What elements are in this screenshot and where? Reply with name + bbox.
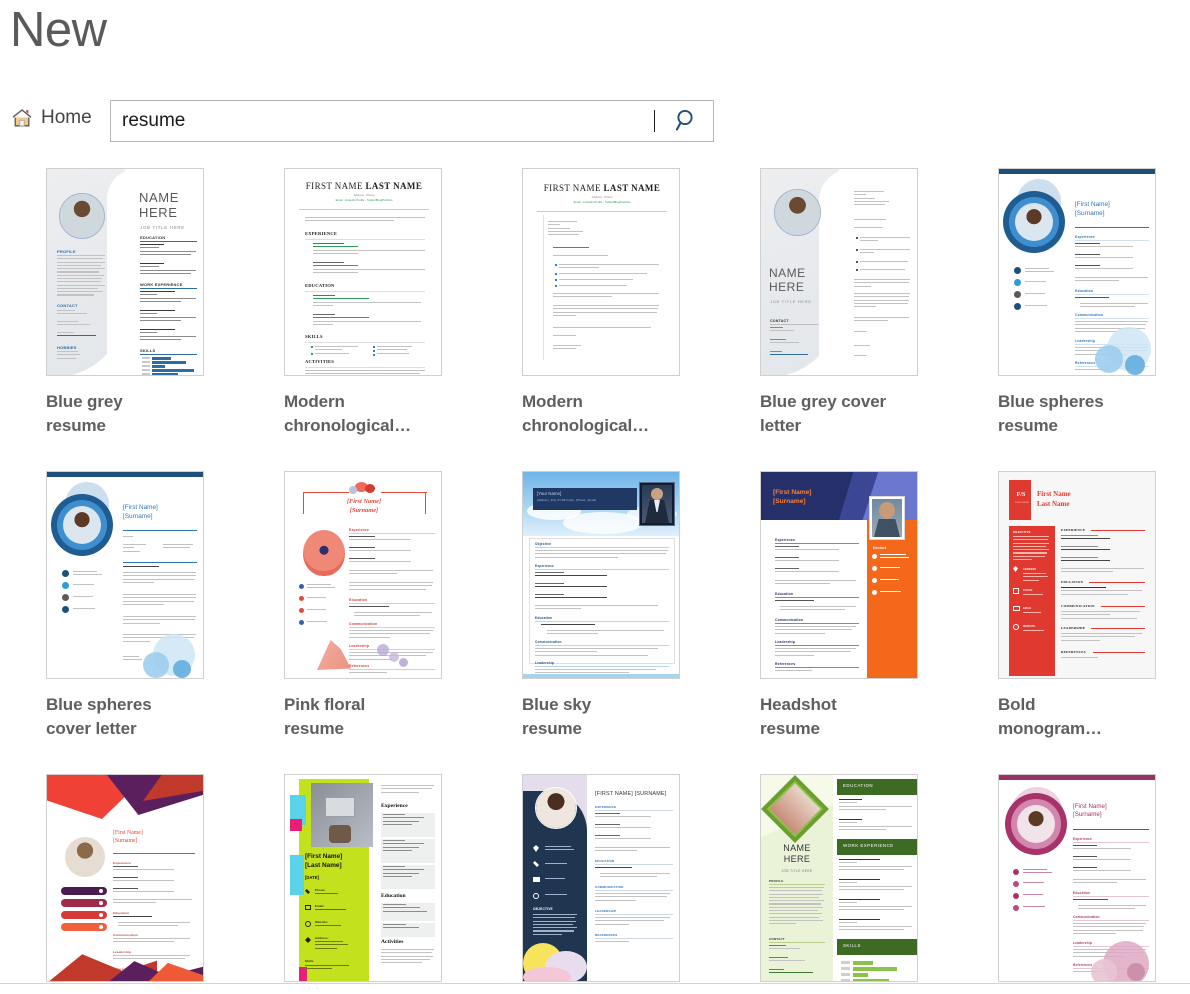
template-thumbnail[interactable]: [First Name] [Surname] Experience Educati… <box>46 774 204 982</box>
template-card-blue-grey-resume[interactable]: PROFILE CONTACT HOBBIES NAME HERE JOB TI… <box>46 168 284 471</box>
template-thumbnail[interactable]: [First Name] [Surname] Contact Experienc… <box>760 471 918 679</box>
template-thumbnail[interactable]: NAMEHERE JOB TITLE HERE PROFILE CONTACT <box>760 774 918 982</box>
home-button[interactable]: Home <box>10 106 92 130</box>
template-label: Blue spheres resume <box>998 392 1104 436</box>
template-thumbnail[interactable]: [First Name] [Surname] <box>46 471 204 679</box>
template-thumbnail[interactable]: [First Name] [Last Name] [DATE] Phone: Em… <box>284 774 442 982</box>
search-icon <box>674 107 700 136</box>
template-card-pastel-resume[interactable]: OBJECTIVE [FIRST NAME] [SURNAME] EXPERIE… <box>522 774 760 983</box>
template-card-blue-sky-resume[interactable]: [Your Name] [Address] · [City, ST ZIP Co… <box>522 471 760 774</box>
template-label: Modern chronological… <box>284 392 412 436</box>
template-card-green-yellow-resume[interactable]: [First Name] [Last Name] [DATE] Phone: Em… <box>284 774 522 983</box>
template-card-blue-spheres-cover-letter[interactable]: [First Name] [Surname] Blue spheres cove… <box>46 471 284 774</box>
template-label: Pink floral resume <box>284 695 366 739</box>
search-row: Home <box>0 100 1190 144</box>
search-box[interactable] <box>110 100 714 142</box>
template-thumbnail[interactable]: OBJECTIVE [FIRST NAME] [SURNAME] EXPERIE… <box>522 774 680 982</box>
template-label: Blue grey cover letter <box>760 392 887 436</box>
template-thumbnail[interactable]: PROFILE CONTACT HOBBIES NAME HERE JOB TI… <box>46 168 204 376</box>
page-title: New <box>10 3 107 57</box>
template-card-blue-grey-cover-letter[interactable]: NAME HERE JOB TITLE HERE CONTACT Blue gr… <box>760 168 998 471</box>
text-caret <box>654 110 655 132</box>
template-label: Blue spheres cover letter <box>46 695 152 739</box>
template-card-modern-chronological-letter[interactable]: FIRST NAME LAST NAME Address · Phone Ema… <box>522 168 760 471</box>
template-card-green-diamond-resume[interactable]: NAMEHERE JOB TITLE HERE PROFILE CONTACT <box>760 774 998 983</box>
template-thumbnail[interactable]: NAME HERE JOB TITLE HERE CONTACT <box>760 168 918 376</box>
template-thumbnail[interactable]: [First Name] [Surname] Experience Educati… <box>998 168 1156 376</box>
bottom-divider <box>0 983 1190 984</box>
template-card-geometric-resume[interactable]: [First Name] [Surname] Experience Educati… <box>46 774 284 983</box>
template-card-bold-monogram-resume[interactable]: F/S MONOGRAM First Name Last Name OBJECTI… <box>998 471 1190 774</box>
home-label: Home <box>41 107 92 128</box>
template-thumbnail[interactable]: FIRST NAME LAST NAME Address · Phone Ema… <box>522 168 680 376</box>
template-card-pink-floral-resume[interactable]: [First Name] [Surname] Experience Educati… <box>284 471 522 774</box>
template-gallery[interactable]: PROFILE CONTACT HOBBIES NAME HERE JOB TI… <box>0 168 1190 983</box>
template-card-pink-circles-resume[interactable]: [First Name] [Surname] Experience Educati… <box>998 774 1190 983</box>
template-thumbnail[interactable]: F/S MONOGRAM First Name Last Name OBJECTI… <box>998 471 1156 679</box>
template-thumbnail[interactable]: FIRST NAME LAST NAME Address · Phone Ema… <box>284 168 442 376</box>
search-input[interactable] <box>111 101 662 141</box>
home-icon <box>10 106 34 130</box>
template-label: Modern chronological… <box>522 392 650 436</box>
template-card-modern-chronological-resume[interactable]: FIRST NAME LAST NAME Address · Phone Ema… <box>284 168 522 471</box>
template-thumbnail[interactable]: [First Name] [Surname] Experience Educati… <box>998 774 1156 982</box>
template-grid: PROFILE CONTACT HOBBIES NAME HERE JOB TI… <box>0 168 1190 983</box>
template-label: Bold monogram… <box>998 695 1102 739</box>
template-label: Headshot resume <box>760 695 837 739</box>
search-button[interactable] <box>661 101 713 141</box>
template-label: Blue sky resume <box>522 695 592 739</box>
template-label: Blue grey resume <box>46 392 123 436</box>
template-card-blue-spheres-resume[interactable]: [First Name] [Surname] Experience Educati… <box>998 168 1190 471</box>
template-thumbnail[interactable]: [First Name] [Surname] Experience Educati… <box>284 471 442 679</box>
template-card-headshot-resume[interactable]: [First Name] [Surname] Contact Experienc… <box>760 471 998 774</box>
template-thumbnail[interactable]: [Your Name] [Address] · [City, ST ZIP Co… <box>522 471 680 679</box>
